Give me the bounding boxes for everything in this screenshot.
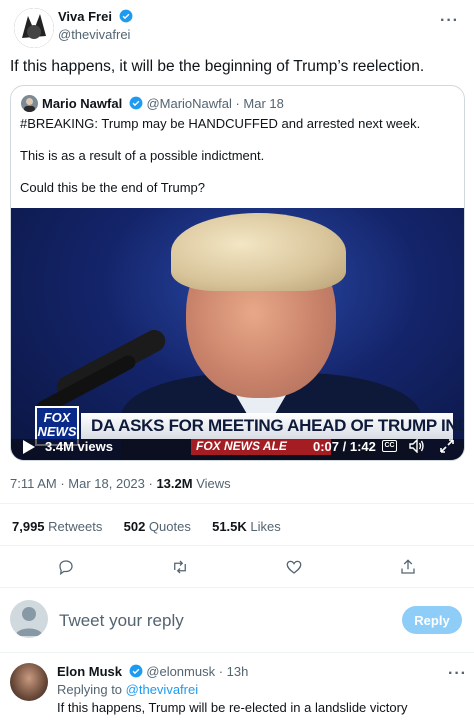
quote-author-handle: @MarioNawfal · Mar 18 [146, 96, 284, 111]
divider [0, 503, 474, 504]
divider [0, 545, 474, 546]
likes-stat[interactable]: 51.5K Likes [212, 519, 281, 534]
verified-badge-icon [119, 9, 133, 23]
fullscreen-icon[interactable] [439, 438, 455, 454]
quote-text-line: Could this be the end of Trump? [20, 180, 206, 195]
author-avatar[interactable] [14, 8, 54, 48]
tweet-text: If this happens, it will be the beginnin… [10, 58, 425, 75]
tweet-timestamp[interactable]: 7:11 AM · Mar 18, 2023 · 13.2M Views [10, 476, 231, 491]
reply-author-avatar[interactable] [10, 663, 48, 701]
like-heart-icon[interactable] [285, 558, 303, 576]
reply-author-name[interactable]: Elon Musk [57, 664, 122, 679]
captions-icon[interactable]: CC [382, 440, 397, 452]
author-name[interactable]: Viva Frei [58, 9, 133, 24]
replying-to-link[interactable]: @thevivafrei [126, 682, 198, 697]
retweet-icon[interactable] [171, 558, 189, 576]
quote-text-line: This is as a result of a possible indict… [20, 148, 265, 163]
engagement-stats: 7,995 Retweets 502 Quotes 51.5K Likes [12, 519, 281, 534]
play-icon[interactable] [23, 440, 35, 454]
user-avatar[interactable] [10, 600, 48, 638]
reply-author-handle: @elonmusk · 13h [146, 664, 249, 679]
quotes-stat[interactable]: 502 Quotes [124, 519, 191, 534]
news-chyron: DA ASKS FOR MEETING AHEAD OF TRUMP INDIC… [81, 413, 464, 439]
quote-tweet-card[interactable]: Mario Nawfal @MarioNawfal · Mar 18 #BREA… [10, 85, 465, 461]
author-handle[interactable]: @thevivafrei [58, 27, 130, 42]
volume-icon[interactable] [409, 439, 425, 453]
share-icon[interactable] [399, 558, 417, 576]
chyron-text: DA ASKS FOR MEETING AHEAD OF TRUMP INDIC… [91, 416, 464, 435]
quote-author-avatar[interactable] [21, 95, 38, 112]
verified-badge-icon [129, 664, 143, 678]
more-options-icon[interactable]: ··· [448, 665, 467, 683]
quote-text-line: #BREAKING: Trump may be HANDCUFFED and a… [20, 116, 421, 131]
video-player[interactable]: DA ASKS FOR MEETING AHEAD OF TRUMP INDIC… [11, 208, 464, 460]
quote-author[interactable]: Mario Nawfal @MarioNawfal · Mar 18 [42, 96, 284, 111]
divider [0, 652, 474, 653]
quote-author-name[interactable]: Mario Nawfal [42, 96, 122, 111]
reply-input[interactable]: Tweet your reply [59, 611, 184, 631]
video-frame-hair [171, 213, 346, 291]
more-options-icon[interactable]: ··· [440, 12, 459, 30]
reply-icon[interactable] [57, 558, 75, 576]
reply-text: If this happens, Trump will be re-electe… [57, 700, 408, 715]
video-view-count: 3.4M views [45, 439, 113, 454]
verified-badge-icon [129, 96, 143, 110]
retweets-stat[interactable]: 7,995 Retweets [12, 519, 102, 534]
reply-button[interactable]: Reply [402, 606, 462, 634]
video-time: 0:07 / 1:42 [313, 439, 376, 454]
replying-to: Replying to @thevivafrei [57, 682, 199, 697]
divider [0, 587, 474, 588]
view-count: 13.2M [156, 476, 193, 491]
reply-author[interactable]: Elon Musk @elonmusk · 13h [57, 664, 248, 679]
ticker-text: FOX NEWS ALE [196, 439, 287, 453]
